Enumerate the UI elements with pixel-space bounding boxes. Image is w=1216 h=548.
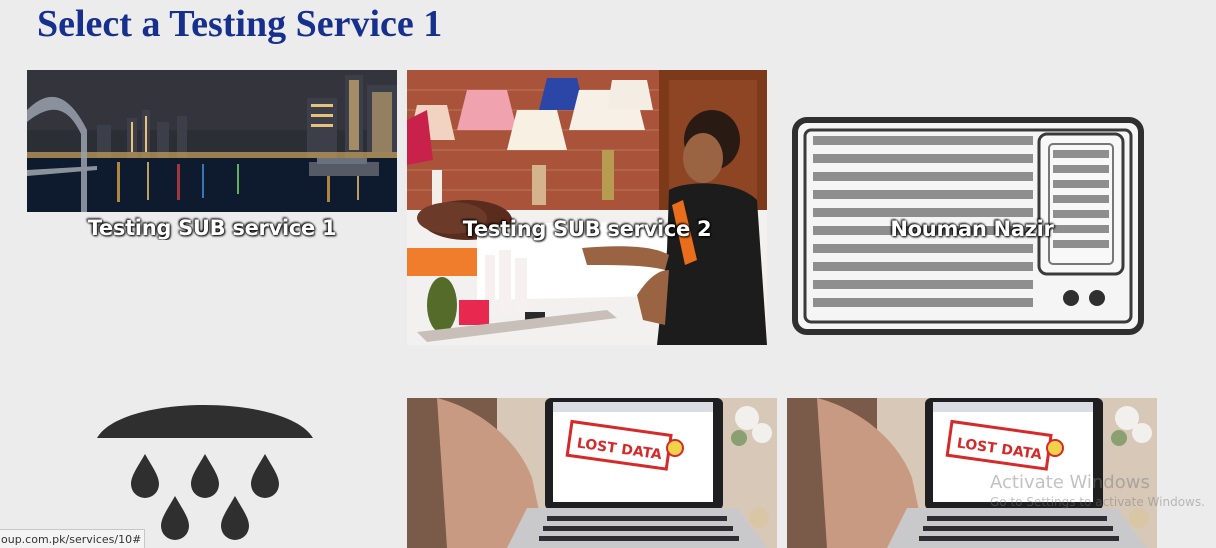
status-bar-url: oup.com.pk/services/10# bbox=[0, 529, 146, 548]
service-card-3[interactable]: Nouman Nazir bbox=[787, 70, 1157, 345]
service-card-6[interactable]: LOST DATA bbox=[787, 398, 1157, 548]
service-card-2[interactable]: Testing SUB service 2 bbox=[407, 70, 767, 345]
service-card-4[interactable] bbox=[27, 398, 397, 548]
night-city-image bbox=[27, 70, 397, 212]
service-card-label: Testing SUB service 2 bbox=[462, 217, 712, 241]
lost-data-image: LOST DATA bbox=[407, 398, 777, 548]
page-title: Select a Testing Service 1 bbox=[37, 3, 443, 45]
air-conditioner-icon bbox=[787, 70, 1157, 345]
service-card-label: Testing SUB service 1 bbox=[87, 216, 337, 240]
service-card-label: Nouman Nazir bbox=[890, 217, 1054, 241]
lost-data-image: LOST DATA bbox=[787, 398, 1157, 548]
service-card-5[interactable]: LOST DATA bbox=[407, 398, 777, 548]
rain-cloud-icon bbox=[27, 398, 397, 548]
service-card-1[interactable]: Testing SUB service 1 bbox=[27, 70, 397, 240]
spa-massage-image bbox=[407, 70, 767, 345]
